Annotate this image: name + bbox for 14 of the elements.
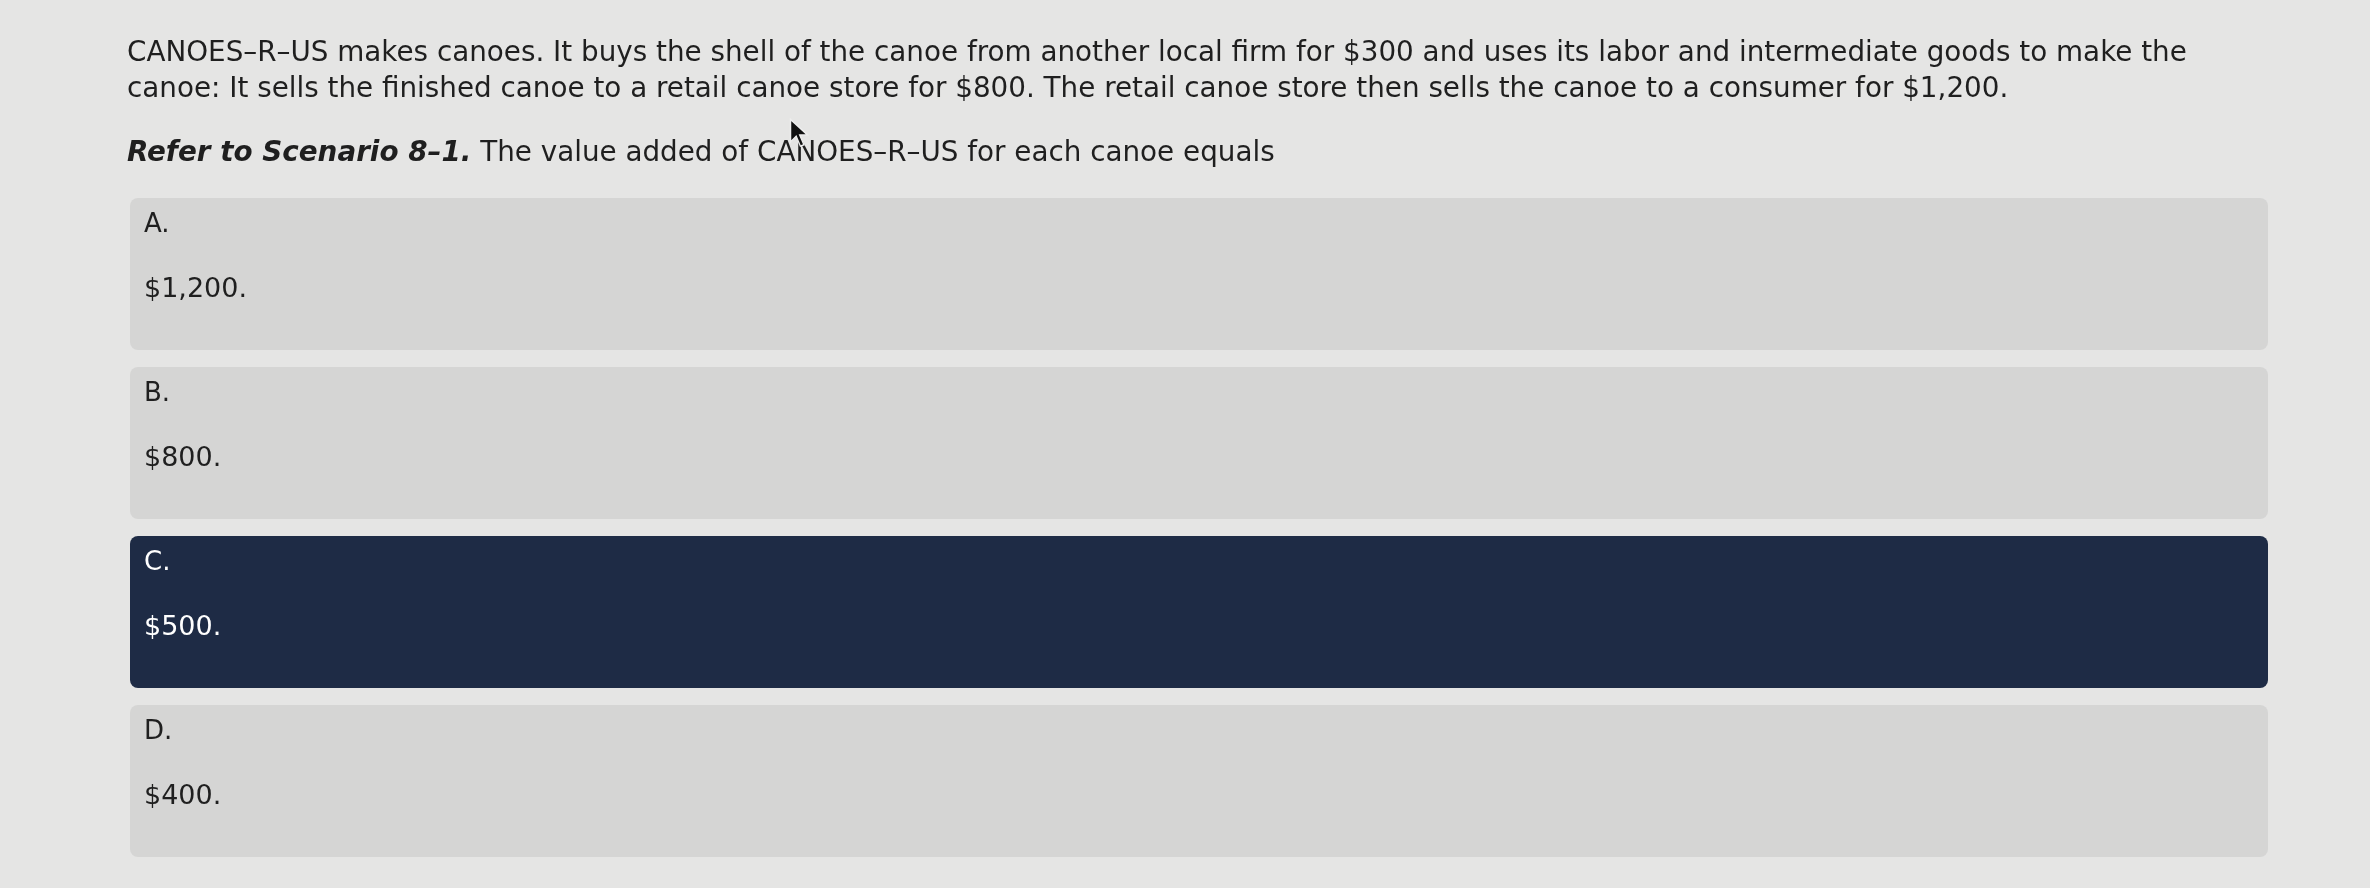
option-letter: B. [144, 376, 171, 409]
answer-option[interactable]: D. $400. [130, 705, 2268, 857]
option-letter: C. [144, 545, 171, 578]
question-prompt: Refer to Scenario 8–1. The value added of CANOES–R–US for each canoe equals [127, 134, 1275, 170]
answer-option[interactable]: B. $800. [130, 367, 2268, 519]
option-text: $500. [144, 609, 222, 643]
answer-option[interactable]: C. $500. [130, 536, 2268, 688]
option-text: $800. [144, 440, 222, 474]
option-text: $400. [144, 778, 222, 812]
scenario-text: CANOES–R–US makes canoes. It buys the shell of the canoe from another local firm for $300 and uses its labor and intermediate goods to make the canoe: It sells the finished canoe to a retail canoe store for $800. The retail canoe store then sells the canoe to a consumer for $1,200. [127, 34, 2188, 106]
option-letter: A. [144, 207, 170, 240]
option-text: $1,200. [144, 271, 248, 305]
option-letter: D. [144, 714, 173, 747]
answer-option[interactable]: A. $1,200. [130, 198, 2268, 350]
